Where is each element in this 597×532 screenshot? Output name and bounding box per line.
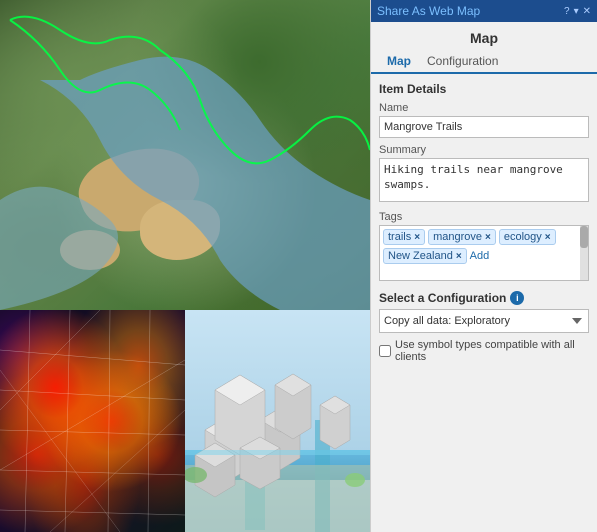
- city3d-area[interactable]: [185, 310, 370, 532]
- panel-body: Item Details Name Summary Hiking trails …: [371, 74, 597, 532]
- tag-trails-remove[interactable]: ×: [414, 232, 420, 243]
- name-input[interactable]: [379, 116, 589, 138]
- tag-mangrove: mangrove ×: [428, 229, 496, 245]
- panel-titlebar: Share As Web Map ? ▾ ✕: [371, 0, 597, 22]
- panel-title: Share As Web Map: [377, 4, 480, 18]
- tag-new-zealand-text: New Zealand: [388, 250, 453, 262]
- summary-input[interactable]: Hiking trails near mangrove swamps.: [379, 158, 589, 202]
- city3d-svg: [185, 310, 370, 532]
- tag-mangrove-text: mangrove: [433, 231, 482, 243]
- tag-mangrove-remove[interactable]: ×: [485, 232, 491, 243]
- main-container: Share As Web Map ? ▾ ✕ Map Map Configura…: [0, 0, 597, 532]
- map-bottom: [0, 310, 370, 532]
- heatmap-area[interactable]: [0, 310, 185, 532]
- tag-ecology-text: ecology: [504, 231, 542, 243]
- close-icon[interactable]: ✕: [583, 6, 591, 17]
- tag-new-zealand-remove[interactable]: ×: [456, 251, 462, 262]
- trail-overlay: [0, 0, 370, 310]
- tab-configuration[interactable]: Configuration: [419, 50, 506, 74]
- titlebar-controls: ? ▾ ✕: [564, 6, 591, 17]
- tags-label: Tags: [379, 211, 589, 223]
- tag-ecology: ecology ×: [499, 229, 556, 245]
- panel-heading: Map: [371, 22, 597, 50]
- tag-trails-text: trails: [388, 231, 411, 243]
- name-label: Name: [379, 102, 589, 114]
- tags-add[interactable]: Add: [470, 250, 490, 262]
- config-dropdown[interactable]: Copy all data: Exploratory Reference reg…: [379, 309, 589, 333]
- item-details-label: Item Details: [379, 82, 589, 96]
- heatmap-grid: [0, 310, 185, 532]
- symbol-compat-label: Use symbol types compatible with all cli…: [395, 339, 589, 363]
- panel-tabs: Map Configuration: [371, 50, 597, 74]
- tags-scrollbar[interactable]: [580, 226, 588, 280]
- tag-ecology-remove[interactable]: ×: [545, 232, 551, 243]
- tab-map[interactable]: Map: [379, 50, 419, 74]
- map-area: [0, 0, 370, 532]
- help-icon[interactable]: ?: [564, 6, 570, 17]
- checkbox-row: Use symbol types compatible with all cli…: [379, 339, 589, 363]
- config-label-text: Select a Configuration: [379, 291, 506, 305]
- tag-new-zealand: New Zealand ×: [383, 248, 467, 264]
- panel: Share As Web Map ? ▾ ✕ Map Map Configura…: [370, 0, 597, 532]
- summary-label: Summary: [379, 144, 589, 156]
- tags-container: trails × mangrove × ecology × New Zealan…: [379, 225, 589, 281]
- tag-trails: trails ×: [383, 229, 425, 245]
- symbol-compat-checkbox[interactable]: [379, 345, 391, 357]
- info-icon[interactable]: i: [510, 291, 524, 305]
- map-top[interactable]: [0, 0, 370, 310]
- scrollbar-thumb: [580, 226, 588, 248]
- pin-icon[interactable]: ▾: [574, 6, 579, 17]
- config-section-label: Select a Configuration i: [379, 291, 589, 305]
